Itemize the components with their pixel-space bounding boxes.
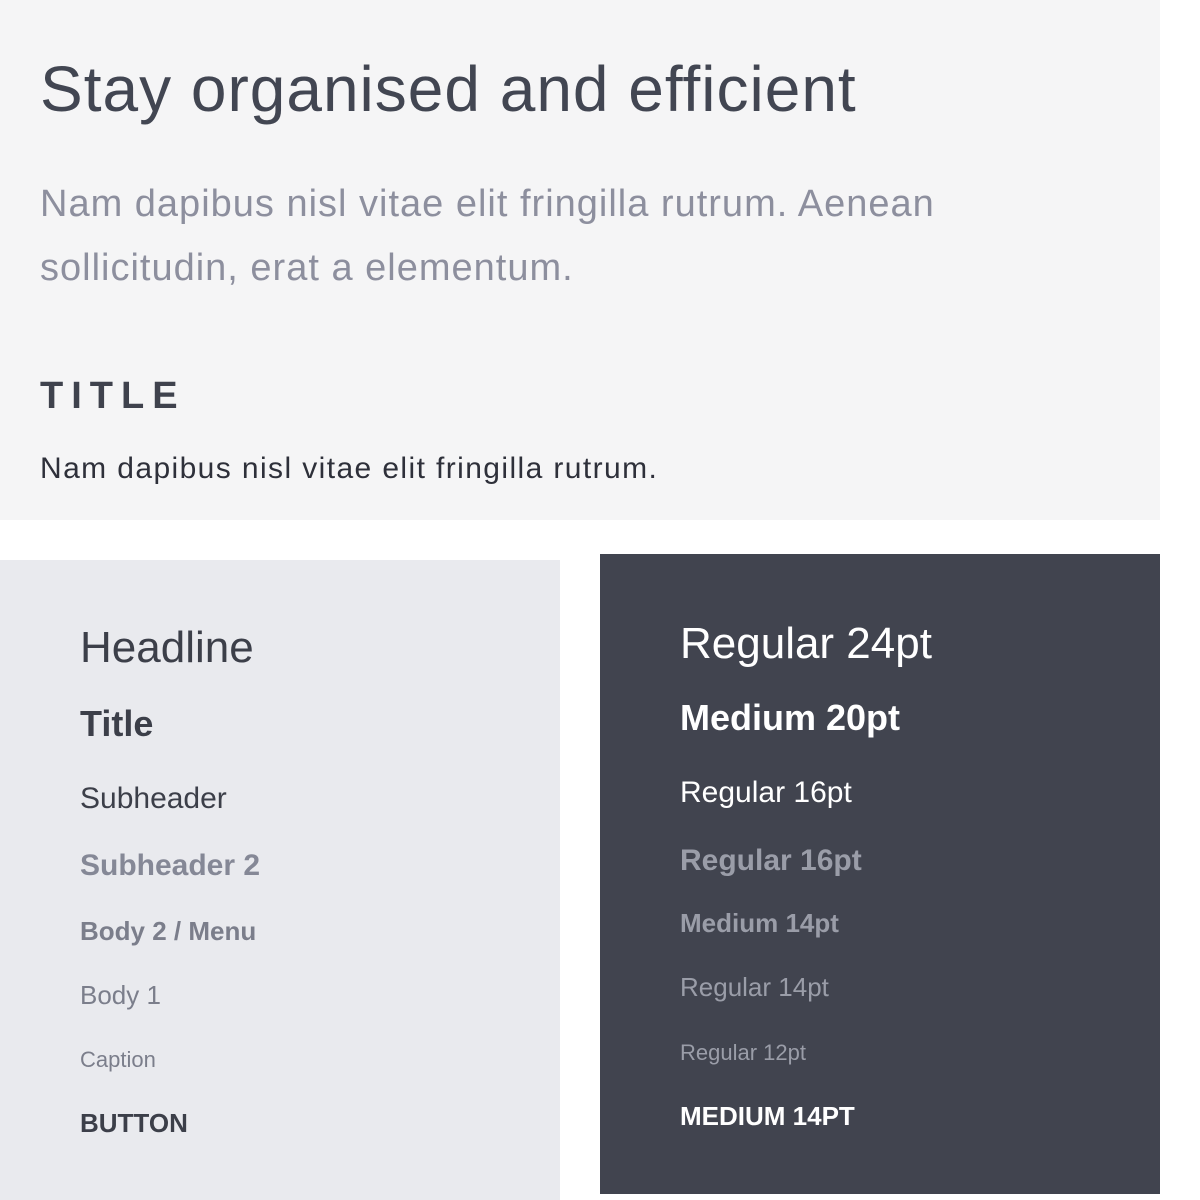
type-specs-panel: Regular 24pt Medium 20pt Regular 16pt Re… [600,554,1160,1194]
type-spec-medium-20pt: Medium 20pt [680,697,901,738]
typography-page: Stay organised and efficient Nam dapibus… [0,0,1200,1200]
type-spec-regular-24pt: Regular 24pt [680,619,932,668]
type-spec-medium-14pt-caps: MEDIUM 14PT [680,1101,855,1131]
type-sample-body-1: Body 1 [80,980,161,1010]
type-spec-medium-14pt: Medium 14pt [680,908,839,938]
type-sample-headline: Headline [80,623,254,672]
type-spec-regular-16pt-muted: Regular 16pt [680,844,862,877]
hero-subtitle: Nam dapibus nisl vitae elit fringilla ru… [40,183,935,289]
hero-panel: Stay organised and efficient Nam dapibus… [0,0,1160,520]
type-spec-regular-16pt: Regular 16pt [680,776,852,809]
type-sample-button: BUTTON [80,1108,188,1138]
type-spec-regular-14pt: Regular 14pt [680,972,829,1002]
type-sample-subheader-2: Subheader 2 [80,849,261,882]
hero-caption: Nam dapibus nisl vitae elit fringilla ru… [40,452,659,485]
type-sample-body-2-menu: Body 2 / Menu [80,916,257,946]
type-sample-subheader: Subheader [80,782,227,815]
type-spec-regular-12pt: Regular 12pt [680,1040,806,1065]
type-sample-title: Title [80,703,154,744]
type-scale-panel: Headline Title Subheader Subheader 2 Bod… [0,560,560,1200]
hero-title: Stay organised and efficient [40,53,857,125]
hero-label: TITLE [40,375,186,417]
type-sample-caption: Caption [80,1047,156,1072]
